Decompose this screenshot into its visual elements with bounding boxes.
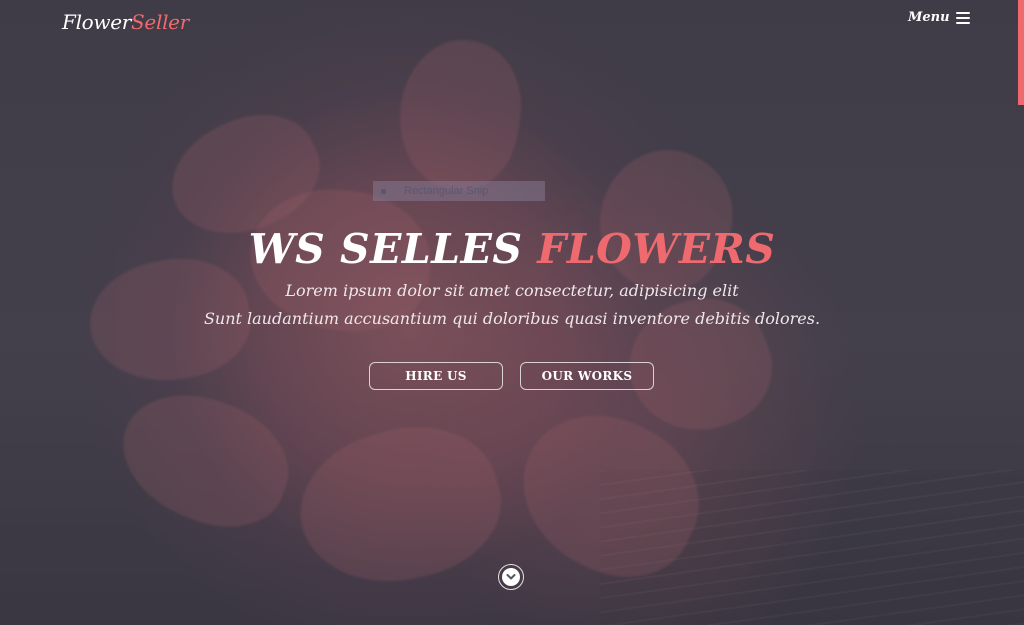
scroll-down-button[interactable]: [498, 564, 524, 590]
hire-us-label: HIRE US: [405, 369, 467, 383]
hero-title: WS SELLES FLOWERS: [0, 225, 1024, 273]
our-works-label: OUR WORKS: [541, 369, 633, 383]
hero-title-white: WS SELLES: [248, 225, 523, 273]
rectangular-snip-tooltip: Rectangular Snip: [373, 181, 545, 201]
snip-icon: [381, 188, 386, 194]
snip-label: Rectangular Snip: [404, 185, 489, 197]
menu-label: Menu: [908, 10, 950, 25]
hero-title-accent: FLOWERS: [537, 225, 776, 273]
our-works-button[interactable]: OUR WORKS: [520, 362, 654, 390]
hero-subtitle-line-1: Lorem ipsum dolor sit amet consectetur, …: [285, 281, 739, 300]
site-logo[interactable]: FlowerSeller: [62, 10, 189, 34]
chevron-down-icon: [502, 568, 520, 586]
hire-us-button[interactable]: HIRE US: [369, 362, 503, 390]
hero-subtitle-line-2: Sunt laudantium accusantium qui doloribu…: [203, 309, 821, 328]
menu-toggle-button[interactable]: Menu: [908, 10, 970, 25]
logo-text-flower: Flower: [62, 10, 132, 34]
logo-text-seller: Seller: [131, 10, 189, 34]
hero-page: FlowerSeller Menu Rectangular Snip WS SE…: [0, 0, 1024, 625]
hamburger-icon: [955, 11, 970, 24]
scroll-progress-indicator: [1018, 0, 1024, 105]
